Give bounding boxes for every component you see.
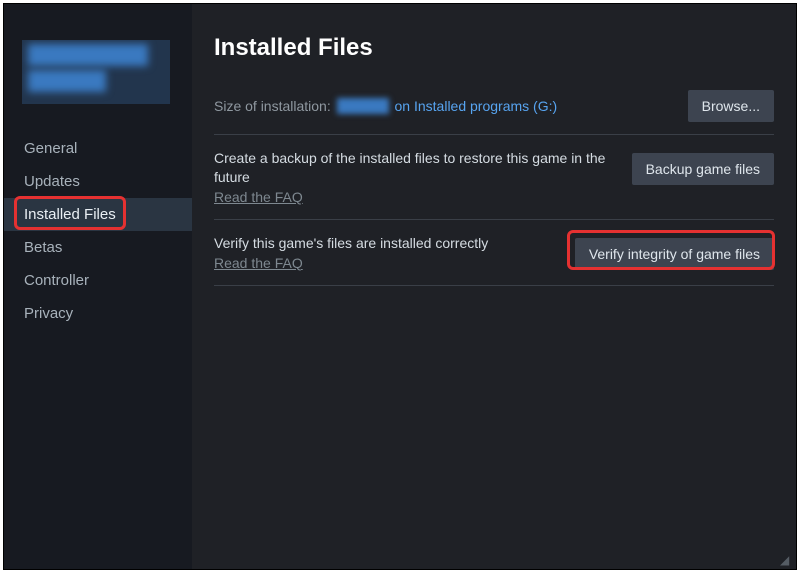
properties-window: — ▢ ✕ General Updates Installed Files Be… — [3, 3, 797, 570]
sidebar: General Updates Installed Files Betas Co… — [4, 4, 192, 569]
game-thumbnail — [22, 40, 170, 104]
nav-label: Updates — [24, 173, 80, 190]
sidebar-nav: General Updates Installed Files Betas Co… — [4, 132, 192, 330]
browse-button[interactable]: Browse... — [688, 90, 774, 122]
backup-section: Create a backup of the installed files t… — [214, 134, 774, 219]
sidebar-item-updates[interactable]: Updates — [4, 165, 192, 198]
backup-description: Create a backup of the installed files t… — [214, 149, 614, 187]
sidebar-item-betas[interactable]: Betas — [4, 231, 192, 264]
install-location-link[interactable]: on Installed programs (G:) — [395, 98, 558, 114]
content-pane: Installed Files Size of installation: on… — [192, 4, 796, 569]
verify-faq-link[interactable]: Read the FAQ — [214, 255, 303, 271]
backup-faq-link[interactable]: Read the FAQ — [214, 189, 303, 205]
nav-label: General — [24, 140, 77, 157]
sidebar-item-general[interactable]: General — [4, 132, 192, 165]
verify-description: Verify this game's files are installed c… — [214, 234, 557, 253]
verify-integrity-button[interactable]: Verify integrity of game files — [575, 238, 774, 270]
page-title: Installed Files — [214, 34, 774, 62]
sidebar-item-controller[interactable]: Controller — [4, 264, 192, 297]
sidebar-item-privacy[interactable]: Privacy — [4, 297, 192, 330]
nav-label: Privacy — [24, 305, 73, 322]
backup-game-files-button[interactable]: Backup game files — [632, 153, 774, 185]
install-size-row: Size of installation: on Installed progr… — [214, 90, 774, 122]
verify-section: Verify this game's files are installed c… — [214, 219, 774, 286]
nav-label: Installed Files — [24, 206, 116, 223]
sidebar-item-installed-files[interactable]: Installed Files — [4, 198, 192, 231]
size-value — [337, 98, 389, 114]
nav-label: Betas — [24, 239, 62, 256]
size-label: Size of installation: — [214, 98, 331, 114]
nav-label: Controller — [24, 272, 89, 289]
